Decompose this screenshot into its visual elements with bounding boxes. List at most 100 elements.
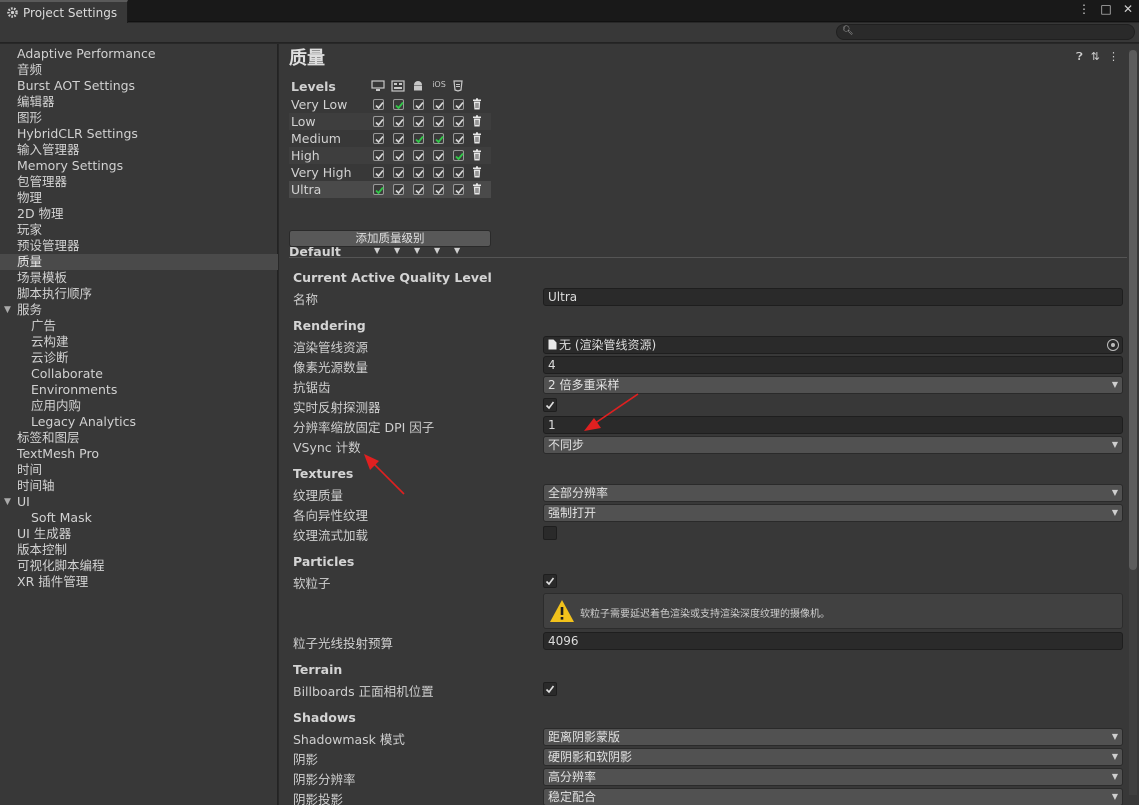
sidebar-item[interactable]: Environments	[0, 382, 278, 398]
platform-level-checkbox[interactable]	[453, 133, 464, 144]
texture-streaming-checkbox[interactable]	[543, 526, 557, 540]
texture-quality-dropdown[interactable]: 全部分辨率 ▼	[543, 484, 1123, 502]
platform-level-checkbox[interactable]	[393, 133, 404, 144]
sidebar-item[interactable]: Collaborate	[0, 366, 278, 382]
vertical-scrollbar[interactable]	[1129, 50, 1137, 795]
more-options-icon[interactable]: ⋮	[1108, 50, 1119, 64]
platform-level-checkbox[interactable]	[413, 133, 424, 144]
platform-level-checkbox[interactable]	[393, 184, 404, 195]
anisotropic-dropdown[interactable]: 强制打开 ▼	[543, 504, 1123, 522]
default-dropdown-ios[interactable]: ▼	[434, 246, 440, 255]
name-field[interactable]: Ultra	[543, 288, 1123, 306]
sidebar-item[interactable]: 输入管理器	[0, 142, 278, 158]
quality-level-row[interactable]: Low	[289, 113, 491, 130]
default-dropdown-html5[interactable]: ▼	[454, 246, 460, 255]
default-dropdown-webgl[interactable]: ▼	[394, 246, 400, 255]
platform-level-checkbox[interactable]	[433, 184, 444, 195]
sidebar-item[interactable]: ▼ UI	[0, 494, 278, 510]
scrollbar-thumb[interactable]	[1129, 50, 1137, 570]
sidebar-item[interactable]: 云诊断	[0, 350, 278, 366]
trash-icon[interactable]	[471, 149, 483, 161]
platform-level-checkbox[interactable]	[373, 167, 384, 178]
sidebar-item[interactable]: 包管理器	[0, 174, 278, 190]
quality-level-row[interactable]: Very Low	[289, 96, 491, 113]
sidebar-item[interactable]: Memory Settings	[0, 158, 278, 174]
trash-icon[interactable]	[471, 183, 483, 195]
platform-level-checkbox[interactable]	[413, 167, 424, 178]
platform-level-checkbox[interactable]	[373, 133, 384, 144]
quality-level-row[interactable]: Very High	[289, 164, 491, 181]
default-dropdown-pc[interactable]: ▼	[374, 246, 380, 255]
sidebar-item[interactable]: 脚本执行顺序	[0, 286, 278, 302]
platform-level-checkbox[interactable]	[453, 184, 464, 195]
platform-level-checkbox[interactable]	[433, 167, 444, 178]
sidebar-item[interactable]: 应用内购	[0, 398, 278, 414]
platform-level-checkbox[interactable]	[453, 116, 464, 127]
quality-level-row[interactable]: High	[289, 147, 491, 164]
sidebar-item[interactable]: 2D 物理	[0, 206, 278, 222]
sidebar-item[interactable]: 版本控制	[0, 542, 278, 558]
trash-icon[interactable]	[471, 115, 483, 127]
help-icon[interactable]: ❓︎	[1076, 50, 1083, 64]
sidebar-item[interactable]: 质量	[0, 254, 278, 270]
shadows-dropdown[interactable]: 硬阴影和软阴影 ▼	[543, 748, 1123, 766]
sidebar-item[interactable]: Burst AOT Settings	[0, 78, 278, 94]
quality-level-row[interactable]: Medium	[289, 130, 491, 147]
platform-level-checkbox[interactable]	[413, 99, 424, 110]
sidebar-item[interactable]: 可视化脚本编程	[0, 558, 278, 574]
preset-icon[interactable]: ⇅	[1091, 50, 1100, 64]
window-tab[interactable]: Project Settings	[0, 0, 128, 23]
sidebar-item[interactable]: 预设管理器	[0, 238, 278, 254]
platform-level-checkbox[interactable]	[393, 150, 404, 161]
more-options-icon[interactable]: ⋮	[1077, 2, 1091, 16]
object-picker-icon[interactable]	[1107, 339, 1119, 351]
expand-arrow-icon[interactable]: ▼	[4, 302, 11, 318]
sidebar-item[interactable]: 图形	[0, 110, 278, 126]
dpi-field[interactable]: 1	[543, 416, 1123, 434]
soft-particles-checkbox[interactable]	[543, 574, 557, 588]
sidebar-item[interactable]: Adaptive Performance	[0, 46, 278, 62]
sidebar-item[interactable]: 云构建	[0, 334, 278, 350]
sidebar-item[interactable]: UI 生成器	[0, 526, 278, 542]
sidebar-item[interactable]: HybridCLR Settings	[0, 126, 278, 142]
sidebar-item[interactable]: TextMesh Pro	[0, 446, 278, 462]
platform-level-checkbox[interactable]	[453, 150, 464, 161]
platform-level-checkbox[interactable]	[453, 167, 464, 178]
vsync-dropdown[interactable]: 不同步 ▼	[543, 436, 1123, 454]
platform-level-checkbox[interactable]	[373, 184, 384, 195]
platform-level-checkbox[interactable]	[433, 116, 444, 127]
close-icon[interactable]: ✕	[1121, 2, 1135, 16]
platform-level-checkbox[interactable]	[393, 116, 404, 127]
platform-level-checkbox[interactable]	[433, 99, 444, 110]
search-input[interactable]: 🔍︎	[836, 24, 1135, 40]
realtime-probes-checkbox[interactable]	[543, 398, 557, 412]
sidebar-item[interactable]: 场景模板	[0, 270, 278, 286]
platform-level-checkbox[interactable]	[373, 99, 384, 110]
sidebar-item[interactable]: XR 插件管理	[0, 574, 278, 590]
platform-level-checkbox[interactable]	[413, 116, 424, 127]
sidebar-item[interactable]: 时间	[0, 462, 278, 478]
shadow-projection-dropdown[interactable]: 稳定配合 ▼	[543, 788, 1123, 805]
platform-level-checkbox[interactable]	[393, 99, 404, 110]
add-quality-level-button[interactable]: 添加质量级别	[289, 230, 491, 247]
shadow-resolution-dropdown[interactable]: 高分辨率 ▼	[543, 768, 1123, 786]
sidebar-item[interactable]: 时间轴	[0, 478, 278, 494]
sidebar-item[interactable]: 标签和图层	[0, 430, 278, 446]
trash-icon[interactable]	[471, 98, 483, 110]
platform-level-checkbox[interactable]	[373, 116, 384, 127]
trash-icon[interactable]	[471, 132, 483, 144]
sidebar-item[interactable]: Soft Mask	[0, 510, 278, 526]
antialiasing-dropdown[interactable]: 2 倍多重采样 ▼	[543, 376, 1123, 394]
platform-level-checkbox[interactable]	[393, 167, 404, 178]
trash-icon[interactable]	[471, 166, 483, 178]
raycast-budget-field[interactable]: 4096	[543, 632, 1123, 650]
billboards-checkbox[interactable]	[543, 682, 557, 696]
sidebar-item[interactable]: 编辑器	[0, 94, 278, 110]
sidebar-item[interactable]: 物理	[0, 190, 278, 206]
sidebar-item[interactable]: 音频	[0, 62, 278, 78]
expand-arrow-icon[interactable]: ▼	[4, 494, 11, 510]
platform-level-checkbox[interactable]	[373, 150, 384, 161]
sidebar-item[interactable]: ▼ 服务	[0, 302, 278, 318]
pipeline-object-field[interactable]: 无 (渲染管线资源)	[543, 336, 1123, 354]
platform-level-checkbox[interactable]	[413, 150, 424, 161]
